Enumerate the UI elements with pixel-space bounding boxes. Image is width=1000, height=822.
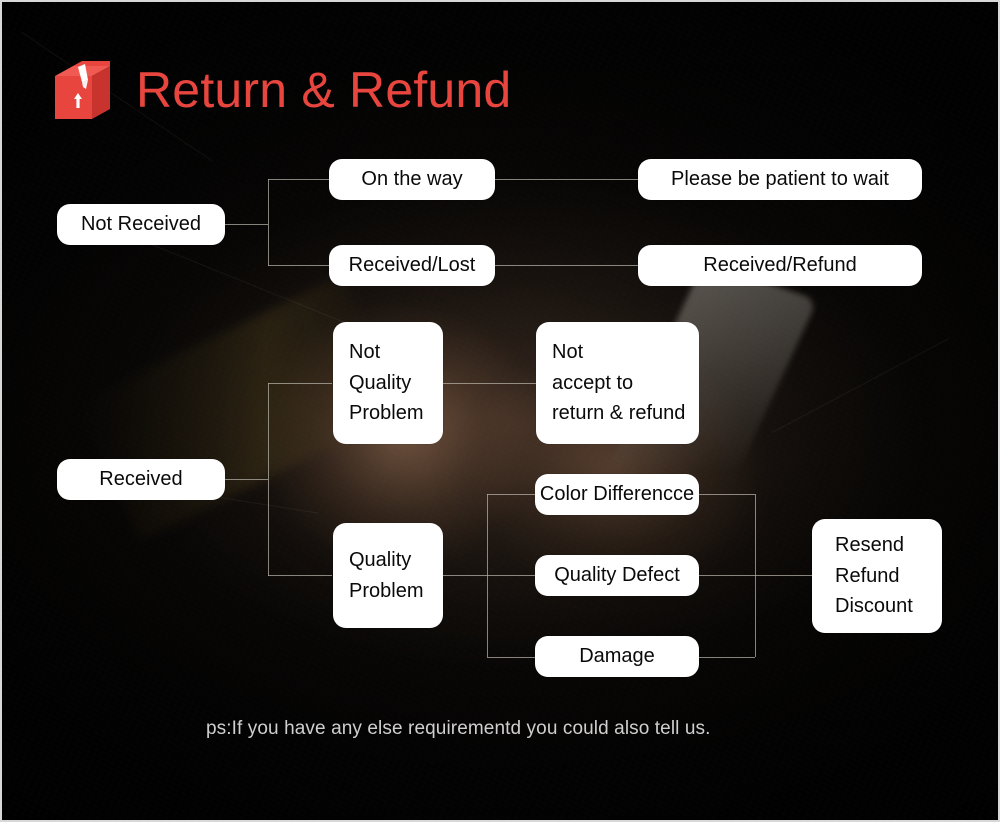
node-label-line: Problem bbox=[349, 402, 424, 425]
node-label-line: Not bbox=[349, 341, 381, 364]
node-label: Resend Refund Discount bbox=[835, 530, 913, 621]
header: Return & Refund bbox=[52, 58, 511, 122]
node-label: Color Differencce bbox=[539, 483, 695, 505]
node-label-line: Refund bbox=[835, 564, 900, 587]
node-color-difference[interactable]: Color Differencce bbox=[535, 474, 699, 515]
node-received-lost[interactable]: Received/Lost bbox=[329, 245, 495, 286]
connector-to-quality-defect bbox=[487, 575, 535, 576]
connector-color-difference-out bbox=[699, 494, 755, 495]
connector-received-spine bbox=[268, 383, 269, 576]
node-damage[interactable]: Damage bbox=[535, 636, 699, 677]
node-received[interactable]: Received bbox=[57, 459, 225, 500]
connector-quality-problem-stem bbox=[443, 575, 487, 576]
node-not-accept-return-refund[interactable]: Not accept to return & refund bbox=[536, 322, 699, 444]
connector-not-received-stem bbox=[224, 224, 268, 225]
node-not-received[interactable]: Not Received bbox=[57, 204, 225, 245]
node-quality-defect[interactable]: Quality Defect bbox=[535, 555, 699, 596]
connector-on-the-way-to-wait bbox=[495, 179, 638, 180]
connector-to-received-lost bbox=[268, 265, 330, 266]
connector-quality-defect-out bbox=[699, 575, 755, 576]
node-label-line: Discount bbox=[835, 595, 913, 618]
background-crack bbox=[772, 338, 950, 433]
page-title: Return & Refund bbox=[136, 62, 512, 118]
return-refund-banner: Return & Refund Not Received On the way … bbox=[0, 0, 1000, 822]
node-label-line: return & refund bbox=[552, 402, 686, 425]
node-label: Received/Refund bbox=[703, 254, 857, 276]
connector-to-quality-problem bbox=[268, 575, 332, 576]
node-label: Not Received bbox=[80, 213, 202, 235]
node-label-line: Resend bbox=[835, 534, 904, 557]
node-resend-refund-discount[interactable]: Resend Refund Discount bbox=[812, 519, 942, 633]
node-label-line: accept to bbox=[552, 371, 634, 394]
connector-to-resolution bbox=[755, 575, 812, 576]
node-label: Damage bbox=[579, 645, 655, 667]
connector-received-stem bbox=[224, 479, 268, 480]
node-on-the-way[interactable]: On the way bbox=[329, 159, 495, 200]
connector-notquality-to-notaccept bbox=[443, 383, 536, 384]
footer-note: ps:If you have any else requirementd you… bbox=[206, 718, 711, 739]
node-label: Not accept to return & refund bbox=[552, 337, 685, 428]
connector-to-not-quality-problem bbox=[268, 383, 332, 384]
node-received-refund[interactable]: Received/Refund bbox=[638, 245, 922, 286]
node-label: Received bbox=[99, 468, 183, 490]
connector-to-damage bbox=[487, 657, 535, 658]
node-label-line: Problem bbox=[349, 579, 424, 602]
connector-damage-out bbox=[699, 657, 755, 658]
node-label: Quality Problem bbox=[349, 545, 423, 606]
node-label: Not Quality Problem bbox=[349, 337, 423, 428]
node-quality-problem[interactable]: Quality Problem bbox=[333, 523, 443, 628]
node-not-quality-problem[interactable]: Not Quality Problem bbox=[333, 322, 443, 444]
node-label: Please be patient to wait bbox=[671, 168, 889, 190]
node-label: Received/Lost bbox=[348, 254, 476, 276]
node-label: Quality Defect bbox=[554, 564, 680, 586]
connector-to-on-the-way bbox=[268, 179, 330, 180]
node-please-be-patient[interactable]: Please be patient to wait bbox=[638, 159, 922, 200]
node-label: On the way bbox=[361, 168, 463, 190]
connector-lost-to-refund bbox=[495, 265, 638, 266]
node-label-line: Not bbox=[552, 341, 584, 364]
connector-not-received-spine bbox=[268, 179, 269, 266]
package-box-icon bbox=[52, 58, 114, 122]
node-label-line: Quality bbox=[349, 549, 412, 572]
node-label-line: Quality bbox=[349, 371, 412, 394]
connector-to-color-difference bbox=[487, 494, 535, 495]
